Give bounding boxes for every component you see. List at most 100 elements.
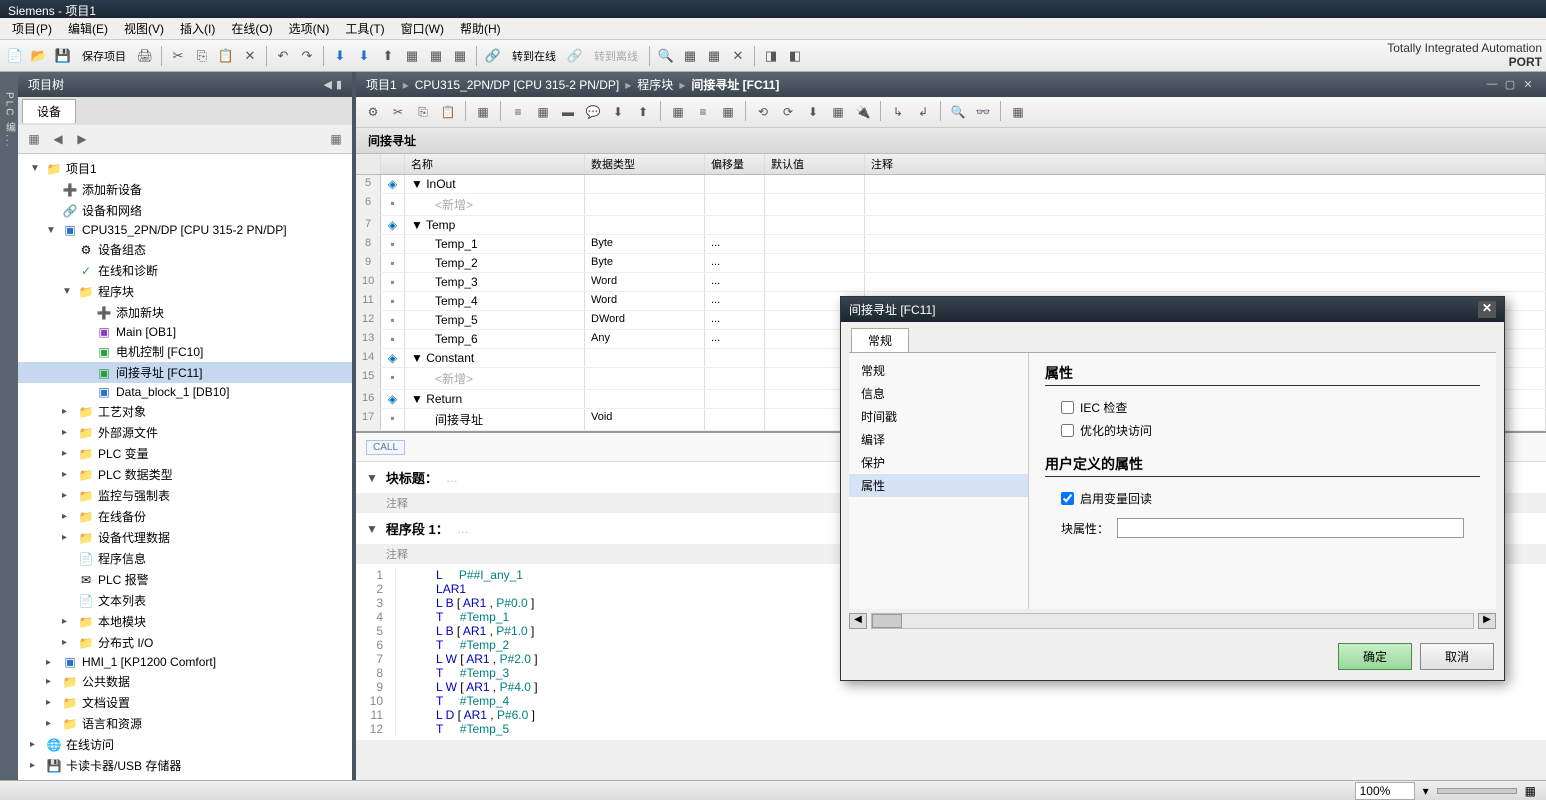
- ed-tool-icon[interactable]: ⟳: [777, 101, 799, 123]
- maximize-icon[interactable]: ▢: [1502, 78, 1518, 91]
- zoom-input[interactable]: [1355, 782, 1415, 800]
- status-icon[interactable]: ▦: [1525, 784, 1536, 798]
- ed-tool-icon[interactable]: ▦: [827, 101, 849, 123]
- scroll-thumb[interactable]: [872, 614, 902, 628]
- nav-info[interactable]: 信息: [849, 382, 1028, 405]
- close-icon[interactable]: ✕: [727, 45, 749, 67]
- tool-icon[interactable]: ▦: [425, 45, 447, 67]
- go-offline-icon[interactable]: 🔗: [564, 45, 586, 67]
- tree-common-data[interactable]: ▸📁公共数据: [18, 671, 352, 692]
- tree-add-block[interactable]: ➕添加新块: [18, 302, 352, 323]
- bc-blocks[interactable]: 程序块: [637, 76, 673, 93]
- ed-tool-icon[interactable]: ↳: [887, 101, 909, 123]
- var-row[interactable]: 5◈▼ InOut: [356, 175, 1546, 194]
- tree-motor-fc10[interactable]: ▣电机控制 [FC10]: [18, 341, 352, 362]
- tree-online-diag[interactable]: ✓在线和诊断: [18, 260, 352, 281]
- tree-online-backup[interactable]: ▸📁在线备份: [18, 506, 352, 527]
- code-line[interactable]: 11L D [ AR1 , P#6.0 ]: [356, 708, 1546, 722]
- tree-datablock-db10[interactable]: ▣Data_block_1 [DB10]: [18, 383, 352, 401]
- col-offset[interactable]: 偏移量: [705, 154, 765, 174]
- var-row[interactable]: 9▪Temp_2Byte...: [356, 254, 1546, 273]
- tree-lang-res[interactable]: ▸📁语言和资源: [18, 713, 352, 734]
- compile-icon[interactable]: ⬇: [329, 45, 351, 67]
- code-line[interactable]: 12T #Temp_5: [356, 722, 1546, 736]
- tree-plc-vars[interactable]: ▸📁PLC 变量: [18, 443, 352, 464]
- tree-watch-force[interactable]: ▸📁监控与强制表: [18, 485, 352, 506]
- menu-insert[interactable]: 插入(I): [172, 18, 223, 39]
- tree-online-access[interactable]: ▸🌐在线访问: [18, 734, 352, 755]
- tree-ext-source[interactable]: ▸📁外部源文件: [18, 422, 352, 443]
- bc-project[interactable]: 项目1: [366, 76, 397, 93]
- back-icon[interactable]: ◀: [48, 129, 68, 149]
- col-default[interactable]: 默认值: [765, 154, 865, 174]
- ed-tool-icon[interactable]: ⎘: [412, 101, 434, 123]
- menu-online[interactable]: 在线(O): [223, 18, 280, 39]
- layout-icon[interactable]: ◧: [784, 45, 806, 67]
- go-online-label[interactable]: 转到在线: [506, 46, 562, 66]
- zoom-dropdown-icon[interactable]: ▾: [1423, 784, 1429, 798]
- ed-tool-icon[interactable]: ≡: [692, 101, 714, 123]
- tree-devices-networks[interactable]: 🔗设备和网络: [18, 200, 352, 221]
- tool-icon[interactable]: ▦: [679, 45, 701, 67]
- ed-tool-icon[interactable]: ⬇: [802, 101, 824, 123]
- tree-io-dist[interactable]: ▸📁分布式 I/O: [18, 632, 352, 653]
- ed-tool-icon[interactable]: ↲: [912, 101, 934, 123]
- pin-icon[interactable]: ▮: [336, 78, 342, 91]
- var-row[interactable]: 10▪Temp_3Word...: [356, 273, 1546, 292]
- bc-cpu[interactable]: CPU315_2PN/DP [CPU 315-2 PN/DP]: [415, 78, 620, 92]
- check-readback[interactable]: 启用变量回读: [1045, 487, 1480, 510]
- tree-main-ob1[interactable]: ▣Main [OB1]: [18, 323, 352, 341]
- var-row[interactable]: 7◈▼ Temp: [356, 216, 1546, 235]
- download-icon[interactable]: ⬇: [353, 45, 375, 67]
- nav-protect[interactable]: 保护: [849, 451, 1028, 474]
- scroll-right-icon[interactable]: ▶: [1478, 613, 1496, 629]
- ed-tool-icon[interactable]: ▦: [667, 101, 689, 123]
- collapse-icon[interactable]: ▼: [366, 471, 378, 485]
- ed-tool-icon[interactable]: ⬇: [607, 101, 629, 123]
- tree-doc-settings[interactable]: ▸📁文档设置: [18, 692, 352, 713]
- var-row[interactable]: 6▪<新增>: [356, 194, 1546, 216]
- menu-view[interactable]: 视图(V): [116, 18, 172, 39]
- tree-indirect-fc11[interactable]: ▣间接寻址 [FC11]: [18, 362, 352, 383]
- dialog-close-icon[interactable]: ✕: [1478, 301, 1496, 318]
- undo-icon[interactable]: ↶: [272, 45, 294, 67]
- block-attr-input[interactable]: [1117, 518, 1464, 538]
- nav-timestamp[interactable]: 时间戳: [849, 405, 1028, 428]
- menu-project[interactable]: 项目(P): [4, 18, 60, 39]
- overview-icon[interactable]: ▦: [326, 129, 346, 149]
- call-badge[interactable]: CALL: [366, 440, 405, 455]
- tree-plc-types[interactable]: ▸📁PLC 数据类型: [18, 464, 352, 485]
- menu-window[interactable]: 窗口(W): [393, 18, 452, 39]
- nav-general[interactable]: 常规: [849, 359, 1028, 382]
- ed-tool-icon[interactable]: ▦: [1007, 101, 1029, 123]
- ed-tool-icon[interactable]: ✂: [387, 101, 409, 123]
- tree-cpu[interactable]: ▼▣CPU315_2PN/DP [CPU 315-2 PN/DP]: [18, 221, 352, 239]
- ed-tool-icon[interactable]: 👓: [972, 101, 994, 123]
- copy-icon[interactable]: ⎘: [191, 45, 213, 67]
- tool-icon[interactable]: ▦: [703, 45, 725, 67]
- ed-tool-icon[interactable]: ⬆: [632, 101, 654, 123]
- open-project-icon[interactable]: 📂: [28, 45, 50, 67]
- search-icon[interactable]: 🔍: [655, 45, 677, 67]
- check-readback-box[interactable]: [1061, 492, 1074, 505]
- ed-tool-icon[interactable]: 💬: [582, 101, 604, 123]
- devices-tab[interactable]: 设备: [22, 99, 76, 123]
- cancel-button[interactable]: 取消: [1420, 643, 1494, 670]
- cut-icon[interactable]: ✂: [167, 45, 189, 67]
- new-project-icon[interactable]: 📄: [4, 45, 26, 67]
- menu-options[interactable]: 选项(N): [281, 18, 338, 39]
- collapse-icon[interactable]: ◀: [323, 78, 331, 91]
- check-optimized[interactable]: 优化的块访问: [1045, 419, 1480, 442]
- ed-tool-icon[interactable]: ⟲: [752, 101, 774, 123]
- tree-local-modules[interactable]: ▸📁本地模块: [18, 611, 352, 632]
- collapse-icon[interactable]: ▼: [366, 522, 378, 536]
- tool-icon[interactable]: ▦: [401, 45, 423, 67]
- minimize-icon[interactable]: —: [1484, 78, 1500, 91]
- save-project-label[interactable]: 保存项目: [76, 46, 132, 66]
- close-editor-icon[interactable]: ✕: [1520, 78, 1536, 91]
- zoom-slider[interactable]: [1437, 788, 1517, 794]
- ed-tool-icon[interactable]: ▬: [557, 101, 579, 123]
- dialog-tab-general[interactable]: 常规: [851, 328, 909, 352]
- nav-attributes[interactable]: 属性: [849, 474, 1028, 497]
- upload-icon[interactable]: ⬆: [377, 45, 399, 67]
